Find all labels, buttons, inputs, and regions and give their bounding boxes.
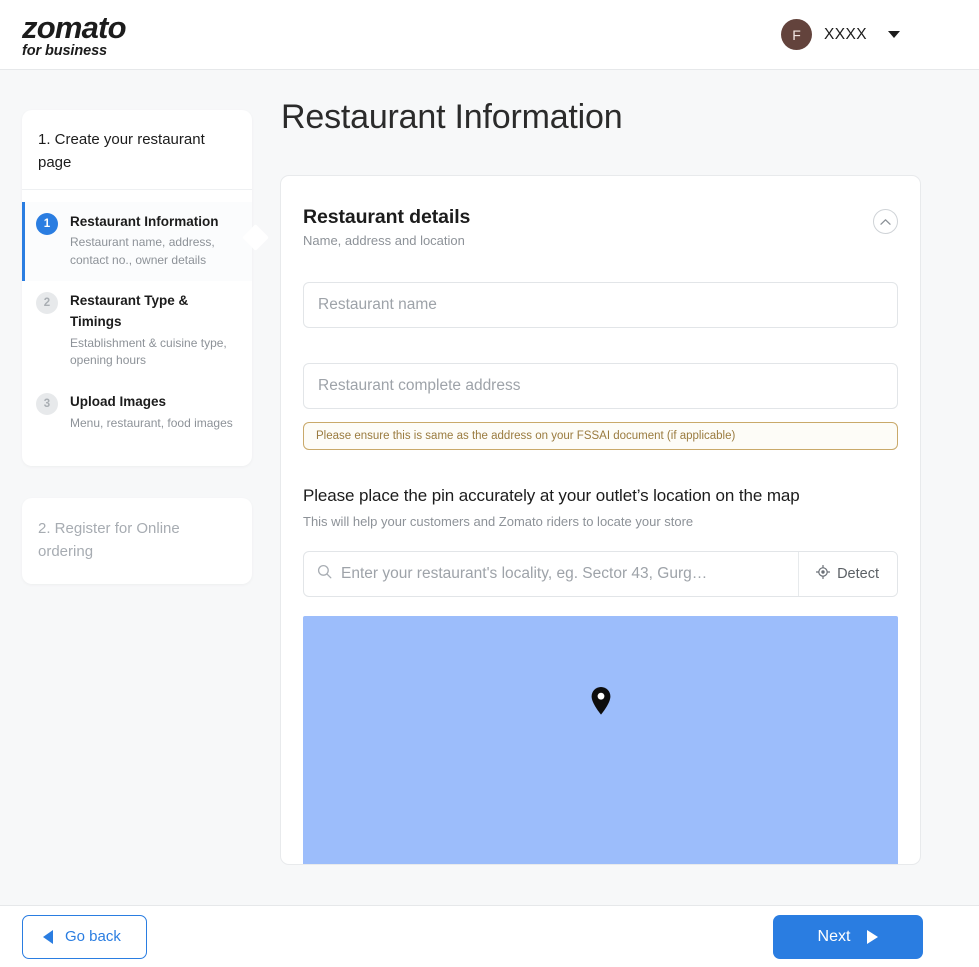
go-back-label: Go back (65, 928, 121, 945)
locality-input[interactable] (341, 565, 786, 583)
sidebar-item-restaurant-type-timings[interactable]: 2 Restaurant Type & Timings Establishmen… (22, 281, 252, 382)
chevron-up-icon[interactable] (873, 209, 898, 234)
step-number-badge: 2 (36, 292, 58, 315)
app-header: zomato for business F XXXX (0, 0, 979, 70)
restaurant-name-input[interactable] (303, 282, 898, 328)
search-icon (317, 564, 332, 584)
map-canvas[interactable] (303, 616, 898, 864)
user-name-label: XXXX (824, 25, 867, 43)
page-title: Restaurant Information (281, 98, 623, 136)
step-description: Restaurant name, address, contact no., o… (70, 235, 215, 267)
footer-action-bar: Go back Next (0, 905, 979, 967)
sidebar-item-register-online-ordering[interactable]: 2. Register for Online ordering (22, 498, 252, 584)
step-text: Restaurant Information Restaurant name, … (70, 212, 238, 270)
next-button[interactable]: Next (773, 914, 923, 959)
stepper-section-create-page: 1. Create your restaurant page 1 Restaur… (22, 110, 252, 467)
sidebar-item-upload-images[interactable]: 3 Upload Images Menu, restaurant, food i… (22, 382, 252, 444)
restaurant-details-card: Restaurant details Name, address and loc… (280, 175, 921, 865)
map-instruction-heading: Please place the pin accurately at your … (303, 486, 800, 505)
detect-location-button[interactable]: Detect (798, 552, 897, 596)
chevron-down-icon[interactable] (888, 31, 900, 38)
page-body: 1. Create your restaurant page 1 Restaur… (0, 70, 979, 967)
next-label: Next (817, 927, 851, 945)
stepper-primary-title: 1. Create your restaurant page (22, 128, 252, 190)
step-label: Upload Images (70, 393, 167, 409)
fssai-address-notice: Please ensure this is same as the addres… (303, 422, 898, 450)
card-subtitle: Name, address and location (303, 233, 465, 248)
sidebar: 1. Create your restaurant page 1 Restaur… (0, 70, 276, 584)
map-instruction-subheading: This will help your customers and Zomato… (303, 514, 694, 529)
card-heading-group: Restaurant details Name, address and loc… (303, 206, 470, 248)
step-number-badge: 1 (36, 212, 58, 235)
zomato-for-business-logo[interactable]: zomato for business (22, 10, 127, 60)
triangle-right-icon (867, 929, 879, 944)
locality-search-row: Detect (303, 551, 898, 597)
sidebar-item-restaurant-information[interactable]: 1 Restaurant Information Restaurant name… (22, 201, 252, 282)
step-label: Restaurant Type & Timings (70, 293, 189, 330)
detect-label: Detect (837, 566, 879, 582)
card-title: Restaurant details (303, 206, 471, 228)
go-back-button[interactable]: Go back (22, 914, 147, 959)
crosshair-icon (815, 564, 831, 583)
locality-search-wrap (304, 552, 798, 596)
step-description: Establishment & cuisine type, opening ho… (70, 336, 227, 368)
step-description: Menu, restaurant, food images (70, 415, 233, 430)
triangle-left-icon (43, 929, 53, 944)
restaurant-address-input[interactable] (303, 363, 898, 409)
stepper-secondary-title: 2. Register for Online ordering (38, 520, 180, 561)
step-label: Restaurant Information (70, 213, 219, 229)
map-pin-icon[interactable] (590, 686, 612, 721)
step-text: Upload Images Menu, restaurant, food ima… (70, 392, 233, 432)
step-number-badge: 3 (36, 392, 58, 415)
main-content: Restaurant Information Restaurant detail… (276, 70, 979, 865)
user-menu[interactable]: F XXXX (781, 19, 900, 50)
brand-tagline: for business (22, 43, 108, 60)
brand-name: zomato (22, 10, 127, 46)
card-header: Restaurant details Name, address and loc… (303, 206, 898, 248)
avatar: F (781, 19, 813, 50)
step-text: Restaurant Type & Timings Establishment … (70, 291, 238, 370)
